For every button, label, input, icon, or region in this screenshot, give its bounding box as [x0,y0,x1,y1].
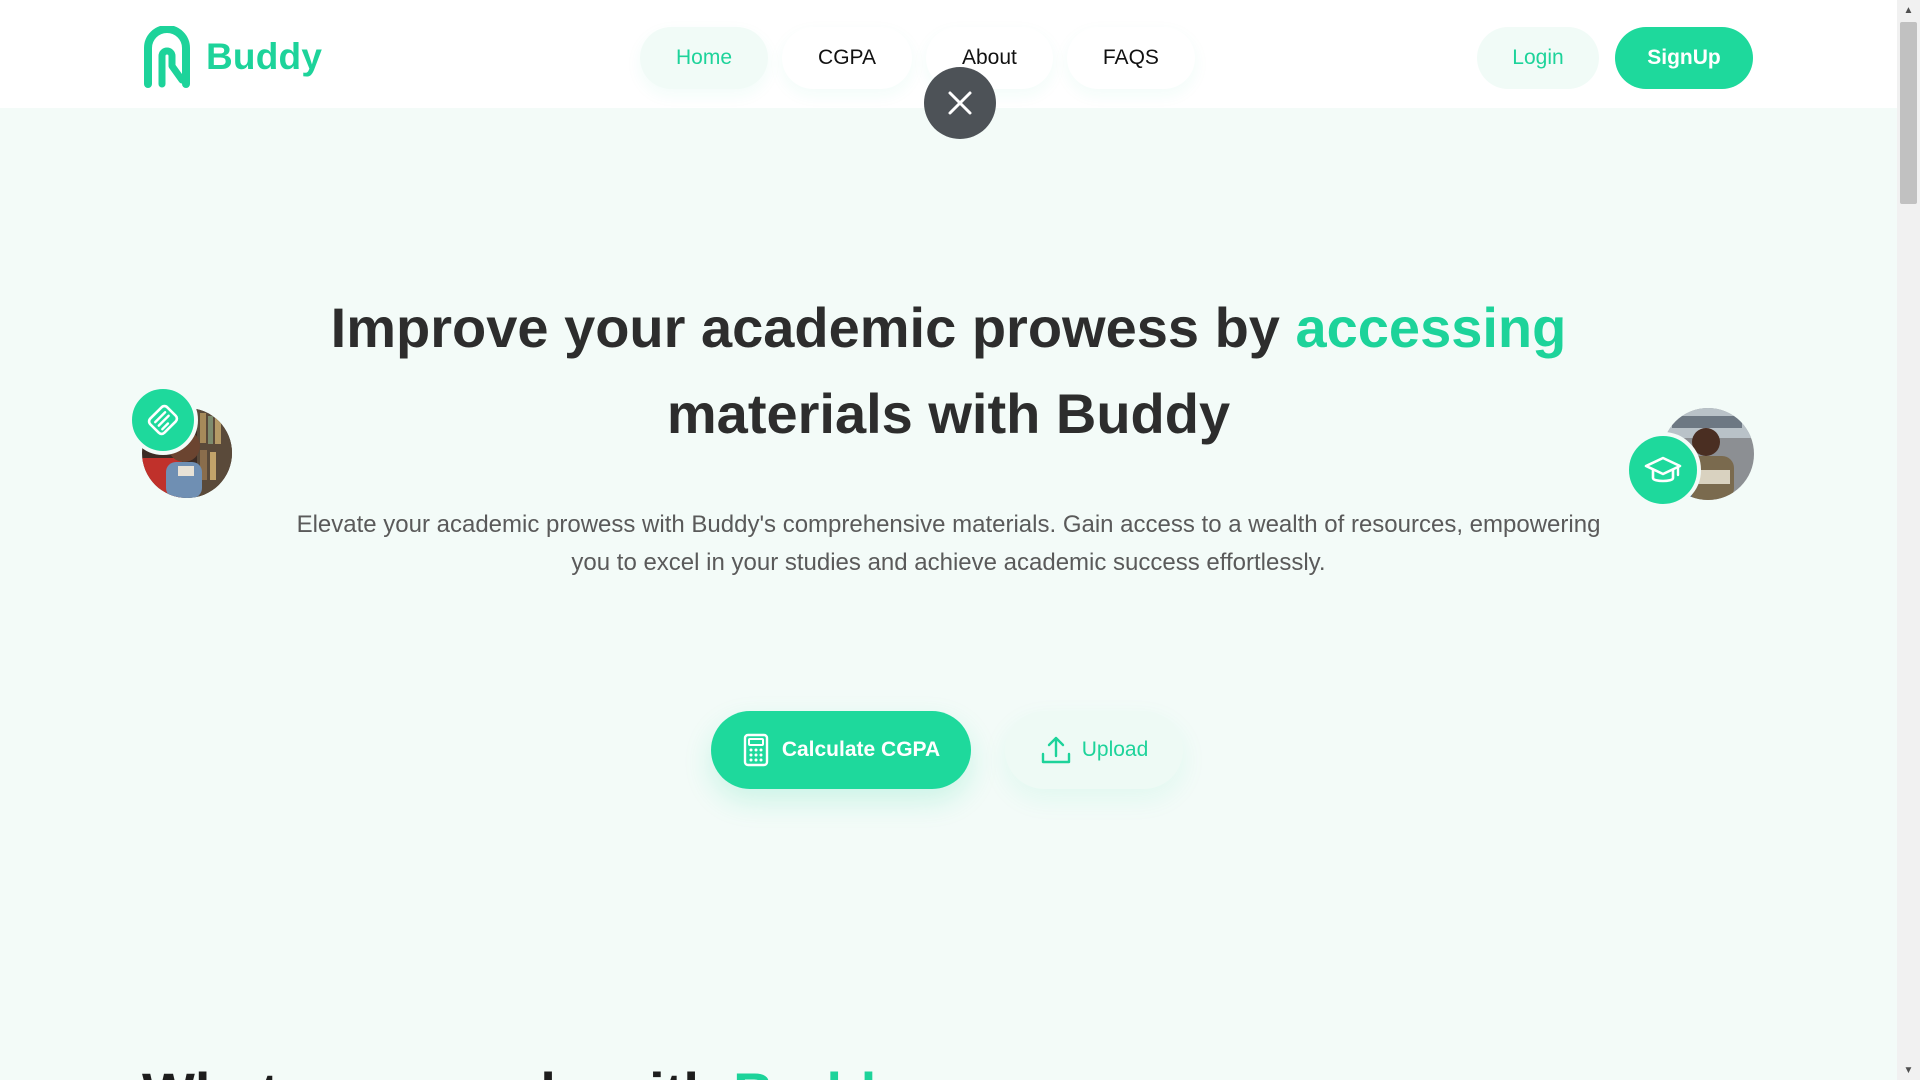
login-button[interactable]: Login [1477,27,1599,89]
buddy-logo-icon [144,26,190,88]
page-scrollbar[interactable]: ▲ ▼ [1897,0,1920,1080]
features-section-title: What you can do with Buddy [142,1060,907,1080]
signup-button[interactable]: SignUp [1615,27,1753,89]
brand-logo[interactable]: Buddy [142,26,322,88]
hero-subtitle: Elevate your academic prowess with Buddy… [296,511,1601,576]
hero-title-part2: materials with Buddy [666,382,1231,445]
hero-title-part1: Improve your academic prowess by [330,296,1296,359]
calculate-cgpa-label: Calculate CGPA [781,738,941,761]
auth-buttons: Login SignUp [1477,27,1753,89]
features-title-part1: What you can do with [142,1061,733,1080]
scroll-up-icon[interactable]: ▲ [1897,0,1920,20]
nav-home[interactable]: Home [640,27,769,89]
features-title-accent: Buddy [733,1061,907,1080]
main-nav: Home CGPA About FAQS [640,27,1195,89]
calculate-cgpa-button[interactable]: Calculate CGPA [711,711,971,789]
page: Buddy Home CGPA About FAQS Login SignUp [0,0,1920,1080]
close-icon [948,91,972,115]
calculator-icon [743,733,769,767]
brand-name: Buddy [206,36,323,77]
scroll-thumb[interactable] [1900,22,1917,204]
nav-cgpa[interactable]: CGPA [782,27,912,89]
hero-title-accent: accessing [1295,296,1567,359]
scroll-down-icon[interactable]: ▼ [1897,1060,1920,1080]
close-button[interactable] [924,67,996,139]
hero-title: Improve your academic prowess by accessi… [0,285,1897,457]
upload-button[interactable]: Upload [1005,711,1183,789]
hero-actions: Calculate CGPA Upload [711,711,1183,789]
upload-label: Upload [1081,738,1149,761]
upload-icon [1041,736,1070,764]
nav-faqs[interactable]: FAQS [1066,27,1195,89]
